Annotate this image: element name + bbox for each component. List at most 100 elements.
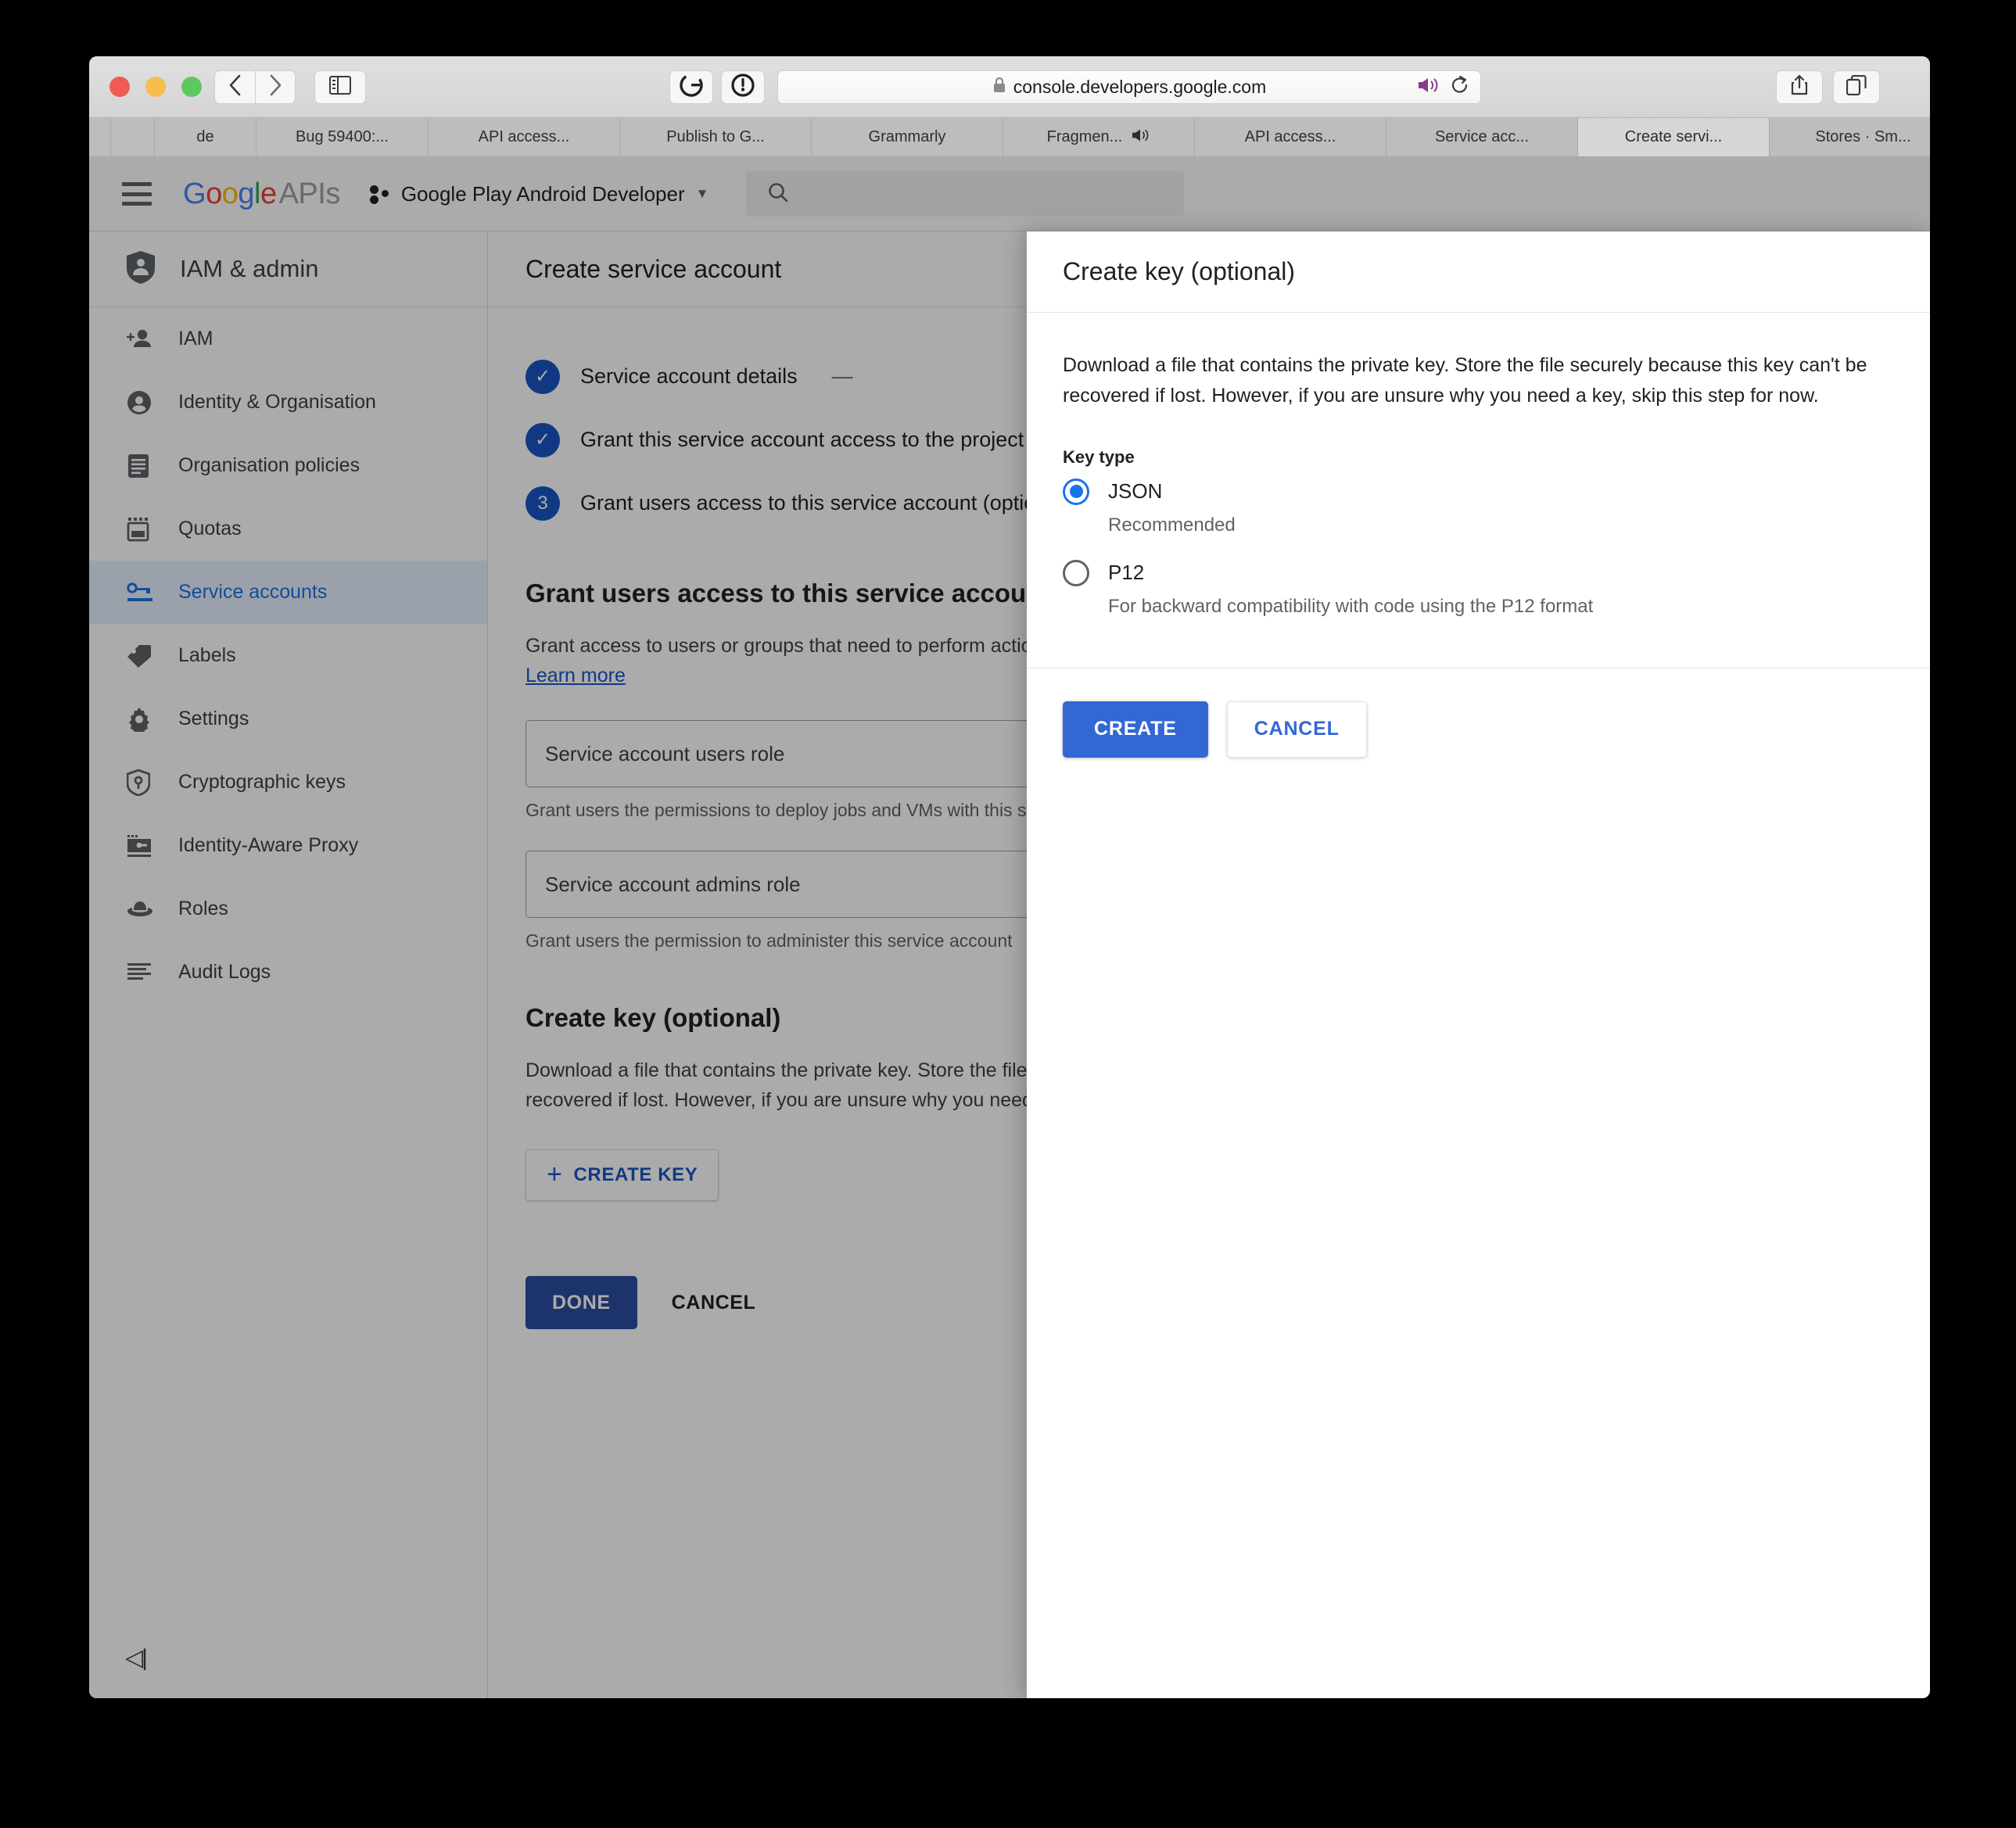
chevron-right-icon	[269, 74, 282, 100]
logo-letter: l	[253, 177, 260, 210]
grammarly-extension-button[interactable]	[669, 70, 713, 104]
address-bar[interactable]: console.developers.google.com	[777, 70, 1481, 104]
learn-more-link[interactable]: Learn more	[526, 665, 626, 686]
window-traffic-lights	[109, 77, 202, 97]
dialog-create-button[interactable]: CREATE	[1063, 701, 1208, 758]
option-help-text: Recommended	[1108, 514, 1236, 536]
chevron-down-icon: ▼	[695, 186, 709, 201]
step-number-badge: 3	[526, 486, 560, 521]
tab-label: de	[196, 128, 214, 145]
sidebar-item-roles[interactable]: Roles	[89, 877, 487, 941]
search-icon	[766, 181, 790, 208]
tab-item[interactable]: Stores · Sm...	[1770, 118, 1930, 156]
onepassword-extension-button[interactable]	[721, 70, 765, 104]
forward-button[interactable]	[255, 70, 296, 104]
logo-letter: g	[238, 177, 254, 210]
sidebar-item-identity-organisation[interactable]: Identity & Organisation	[89, 371, 487, 434]
browser-toolbar: console.developers.google.com	[89, 56, 1930, 118]
person-add-icon	[127, 326, 153, 353]
reload-icon[interactable]	[1451, 75, 1469, 100]
sidebar-item-quotas[interactable]: Quotas	[89, 497, 487, 561]
dialog-cancel-button[interactable]: CANCEL	[1226, 701, 1367, 758]
onepassword-extension-icon	[731, 73, 755, 101]
sidebar-item-cryptographic-keys[interactable]: Cryptographic keys	[89, 751, 487, 814]
field-placeholder: Service account users role	[545, 741, 785, 765]
tab-item[interactable]: Publish to G...	[620, 118, 812, 156]
tab-item[interactable]: Grammarly	[812, 118, 1003, 156]
maximize-window-button[interactable]	[181, 77, 202, 97]
key-type-option-json[interactable]: JSON	[1063, 478, 1894, 505]
gear-icon	[127, 706, 153, 733]
sidebar-item-label: Organisation policies	[178, 454, 361, 476]
create-key-button[interactable]: + CREATE KEY	[526, 1149, 719, 1201]
browser-window: console.developers.google.com de Bug 594…	[89, 56, 1930, 1698]
radio-unselected-icon[interactable]	[1063, 559, 1089, 586]
tab-label: API access...	[1244, 128, 1336, 145]
project-picker[interactable]: Google Play Android Developer ▼	[369, 181, 709, 206]
dialog-description: Download a file that contains the privat…	[1063, 354, 1867, 407]
tab-item[interactable]	[111, 118, 155, 156]
create-key-dialog: Create key (optional) Download a file th…	[1027, 231, 1930, 1698]
show-all-tabs-icon	[1846, 74, 1867, 99]
sidebar-item-service-accounts[interactable]: Service accounts	[89, 561, 487, 624]
sidebar-item-label: Labels	[178, 644, 236, 666]
tab-item[interactable]: Fragmen...	[1003, 118, 1195, 156]
speaker-playing-icon[interactable]	[1416, 76, 1440, 99]
back-button[interactable]	[214, 70, 255, 104]
cancel-button[interactable]: CANCEL	[651, 1276, 777, 1329]
option-label: P12	[1108, 561, 1145, 584]
page-viewport: Go o g l e APIs Google Play Android Developer…	[89, 157, 1930, 1698]
tab-item[interactable]: Service acc...	[1386, 118, 1578, 156]
quotas-icon	[127, 516, 153, 543]
hamburger-menu-icon[interactable]	[122, 182, 152, 206]
sidebar-item-audit-logs[interactable]: Audit Logs	[89, 941, 487, 1004]
tab-item[interactable]: Bug 59400:...	[256, 118, 429, 156]
sidebar-item-identity-aware-proxy[interactable]: Identity-Aware Proxy	[89, 814, 487, 877]
logo-letter: o	[206, 177, 222, 210]
shield-key-icon	[127, 769, 153, 796]
sidebar-item-label: IAM	[178, 328, 213, 349]
search-input[interactable]	[746, 171, 1185, 217]
sidebar-item-organisation-policies[interactable]: Organisation policies	[89, 434, 487, 497]
list-lines-icon	[127, 959, 153, 986]
tab-item[interactable]	[89, 118, 111, 156]
dialog-body: Download a file that contains the privat…	[1027, 313, 1930, 618]
sidebar-item-labels[interactable]: Labels	[89, 624, 487, 687]
sidebar-item-label: Settings	[178, 708, 249, 729]
tab-label: Fragmen...	[1046, 128, 1123, 145]
sidebar-item-iam[interactable]: IAM	[89, 307, 487, 371]
sidebar-toggle-button[interactable]	[314, 70, 366, 104]
show-all-tabs-button[interactable]	[1833, 70, 1880, 104]
share-icon	[1790, 74, 1809, 100]
sidebar-collapse-button[interactable]: ◁|	[125, 1644, 148, 1672]
minimize-window-button[interactable]	[145, 77, 166, 97]
sidebar-item-label: Service accounts	[178, 581, 328, 603]
done-button[interactable]: DONE	[526, 1276, 637, 1329]
logo-letter: e	[260, 177, 277, 210]
key-card-icon	[127, 579, 153, 606]
tab-label: Create servi...	[1624, 128, 1723, 145]
share-button[interactable]	[1776, 70, 1823, 104]
plus-icon: +	[547, 1160, 563, 1190]
collapse-left-icon: ◁|	[125, 1645, 148, 1671]
chevron-left-icon	[228, 74, 242, 100]
field-placeholder: Service account admins role	[545, 872, 801, 896]
key-type-label: Key type	[1063, 446, 1135, 467]
radio-selected-icon[interactable]	[1063, 478, 1089, 505]
key-type-option-p12[interactable]: P12	[1063, 559, 1894, 586]
left-sidebar: IAM & admin IAM Identity & Organisation	[89, 231, 488, 1698]
close-window-button[interactable]	[109, 77, 130, 97]
google-apis-logo: Go o g l e APIs	[183, 177, 340, 211]
logo-apis-word: APIs	[278, 177, 341, 210]
project-name: Google Play Android Developer	[400, 181, 685, 206]
tab-item[interactable]: API access...	[429, 118, 620, 156]
tab-label: API access...	[478, 128, 570, 145]
tab-item-active[interactable]: Create servi...	[1578, 118, 1770, 156]
tab-item[interactable]: API access...	[1195, 118, 1386, 156]
tab-item[interactable]: de	[155, 118, 256, 156]
sidebar-item-label: Quotas	[178, 518, 242, 539]
tab-label: Service acc...	[1434, 128, 1530, 145]
sidebar-item-settings[interactable]: Settings	[89, 687, 487, 751]
speaker-playing-icon[interactable]	[1130, 127, 1150, 148]
tab-label: Publish to G...	[666, 128, 765, 145]
